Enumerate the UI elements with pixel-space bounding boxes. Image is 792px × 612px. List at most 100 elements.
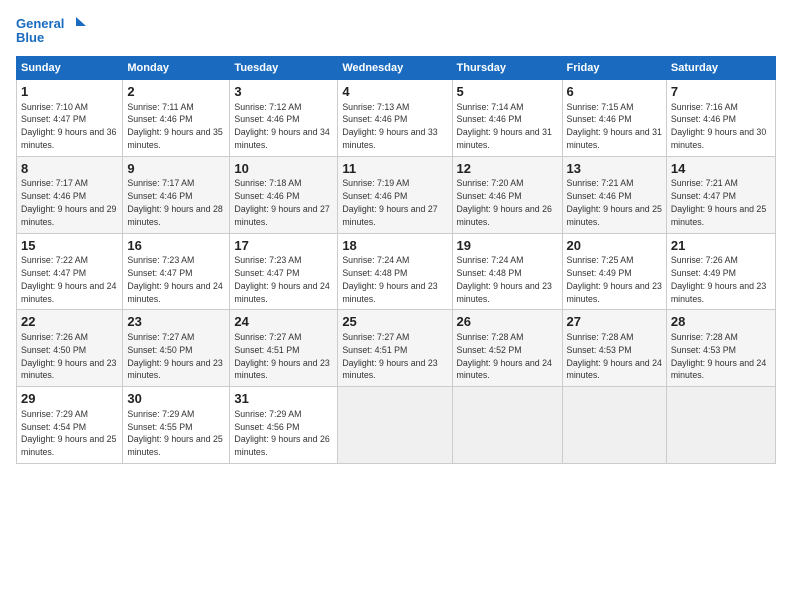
page-container: General Blue SundayMondayTuesdayWednesda… [0, 0, 792, 472]
day-cell: 5 Sunrise: 7:14 AMSunset: 4:46 PMDayligh… [452, 80, 562, 157]
page-header: General Blue [16, 12, 776, 48]
day-number: 29 [21, 390, 118, 408]
day-cell: 27 Sunrise: 7:28 AMSunset: 4:53 PMDaylig… [562, 310, 666, 387]
day-info: Sunrise: 7:23 AMSunset: 4:47 PMDaylight:… [234, 255, 329, 303]
day-number: 21 [671, 237, 771, 255]
day-cell: 12 Sunrise: 7:20 AMSunset: 4:46 PMDaylig… [452, 156, 562, 233]
day-info: Sunrise: 7:15 AMSunset: 4:46 PMDaylight:… [567, 102, 662, 150]
day-number: 23 [127, 313, 225, 331]
day-number: 24 [234, 313, 333, 331]
day-info: Sunrise: 7:26 AMSunset: 4:50 PMDaylight:… [21, 332, 116, 380]
day-cell: 19 Sunrise: 7:24 AMSunset: 4:48 PMDaylig… [452, 233, 562, 310]
day-number: 19 [457, 237, 558, 255]
day-number: 16 [127, 237, 225, 255]
day-cell: 10 Sunrise: 7:18 AMSunset: 4:46 PMDaylig… [230, 156, 338, 233]
week-row-4: 22 Sunrise: 7:26 AMSunset: 4:50 PMDaylig… [17, 310, 776, 387]
day-cell: 15 Sunrise: 7:22 AMSunset: 4:47 PMDaylig… [17, 233, 123, 310]
day-number: 4 [342, 83, 447, 101]
day-cell: 6 Sunrise: 7:15 AMSunset: 4:46 PMDayligh… [562, 80, 666, 157]
day-cell: 7 Sunrise: 7:16 AMSunset: 4:46 PMDayligh… [666, 80, 775, 157]
day-cell: 9 Sunrise: 7:17 AMSunset: 4:46 PMDayligh… [123, 156, 230, 233]
day-info: Sunrise: 7:13 AMSunset: 4:46 PMDaylight:… [342, 102, 437, 150]
day-number: 2 [127, 83, 225, 101]
week-row-3: 15 Sunrise: 7:22 AMSunset: 4:47 PMDaylig… [17, 233, 776, 310]
day-info: Sunrise: 7:24 AMSunset: 4:48 PMDaylight:… [457, 255, 552, 303]
day-info: Sunrise: 7:29 AMSunset: 4:56 PMDaylight:… [234, 409, 329, 457]
day-info: Sunrise: 7:20 AMSunset: 4:46 PMDaylight:… [457, 178, 552, 226]
column-header-saturday: Saturday [666, 57, 775, 80]
column-header-tuesday: Tuesday [230, 57, 338, 80]
day-number: 20 [567, 237, 662, 255]
day-info: Sunrise: 7:25 AMSunset: 4:49 PMDaylight:… [567, 255, 662, 303]
day-cell [666, 387, 775, 464]
day-info: Sunrise: 7:27 AMSunset: 4:51 PMDaylight:… [342, 332, 437, 380]
day-number: 11 [342, 160, 447, 178]
day-info: Sunrise: 7:27 AMSunset: 4:50 PMDaylight:… [127, 332, 222, 380]
day-cell: 8 Sunrise: 7:17 AMSunset: 4:46 PMDayligh… [17, 156, 123, 233]
day-info: Sunrise: 7:29 AMSunset: 4:54 PMDaylight:… [21, 409, 116, 457]
day-cell: 26 Sunrise: 7:28 AMSunset: 4:52 PMDaylig… [452, 310, 562, 387]
day-info: Sunrise: 7:28 AMSunset: 4:53 PMDaylight:… [567, 332, 662, 380]
day-number: 10 [234, 160, 333, 178]
day-number: 18 [342, 237, 447, 255]
day-info: Sunrise: 7:23 AMSunset: 4:47 PMDaylight:… [127, 255, 222, 303]
day-info: Sunrise: 7:21 AMSunset: 4:47 PMDaylight:… [671, 178, 766, 226]
day-cell: 29 Sunrise: 7:29 AMSunset: 4:54 PMDaylig… [17, 387, 123, 464]
day-number: 25 [342, 313, 447, 331]
day-cell: 3 Sunrise: 7:12 AMSunset: 4:46 PMDayligh… [230, 80, 338, 157]
day-number: 1 [21, 83, 118, 101]
day-number: 13 [567, 160, 662, 178]
svg-text:General: General [16, 16, 64, 31]
day-info: Sunrise: 7:19 AMSunset: 4:46 PMDaylight:… [342, 178, 437, 226]
day-cell: 13 Sunrise: 7:21 AMSunset: 4:46 PMDaylig… [562, 156, 666, 233]
day-info: Sunrise: 7:24 AMSunset: 4:48 PMDaylight:… [342, 255, 437, 303]
column-header-sunday: Sunday [17, 57, 123, 80]
day-cell: 31 Sunrise: 7:29 AMSunset: 4:56 PMDaylig… [230, 387, 338, 464]
day-number: 28 [671, 313, 771, 331]
day-number: 22 [21, 313, 118, 331]
column-header-thursday: Thursday [452, 57, 562, 80]
day-cell: 17 Sunrise: 7:23 AMSunset: 4:47 PMDaylig… [230, 233, 338, 310]
day-cell [562, 387, 666, 464]
day-info: Sunrise: 7:29 AMSunset: 4:55 PMDaylight:… [127, 409, 222, 457]
day-number: 14 [671, 160, 771, 178]
day-cell: 20 Sunrise: 7:25 AMSunset: 4:49 PMDaylig… [562, 233, 666, 310]
column-header-wednesday: Wednesday [338, 57, 452, 80]
day-cell: 28 Sunrise: 7:28 AMSunset: 4:53 PMDaylig… [666, 310, 775, 387]
day-number: 5 [457, 83, 558, 101]
column-header-friday: Friday [562, 57, 666, 80]
day-cell: 22 Sunrise: 7:26 AMSunset: 4:50 PMDaylig… [17, 310, 123, 387]
day-cell: 24 Sunrise: 7:27 AMSunset: 4:51 PMDaylig… [230, 310, 338, 387]
day-info: Sunrise: 7:26 AMSunset: 4:49 PMDaylight:… [671, 255, 766, 303]
day-number: 17 [234, 237, 333, 255]
day-info: Sunrise: 7:16 AMSunset: 4:46 PMDaylight:… [671, 102, 766, 150]
week-row-1: 1 Sunrise: 7:10 AMSunset: 4:47 PMDayligh… [17, 80, 776, 157]
day-cell: 23 Sunrise: 7:27 AMSunset: 4:50 PMDaylig… [123, 310, 230, 387]
day-number: 3 [234, 83, 333, 101]
day-number: 12 [457, 160, 558, 178]
day-info: Sunrise: 7:17 AMSunset: 4:46 PMDaylight:… [127, 178, 222, 226]
day-cell: 21 Sunrise: 7:26 AMSunset: 4:49 PMDaylig… [666, 233, 775, 310]
day-info: Sunrise: 7:28 AMSunset: 4:53 PMDaylight:… [671, 332, 766, 380]
day-number: 26 [457, 313, 558, 331]
svg-text:Blue: Blue [16, 30, 44, 45]
logo-svg: General Blue [16, 12, 86, 48]
day-info: Sunrise: 7:14 AMSunset: 4:46 PMDaylight:… [457, 102, 552, 150]
day-number: 8 [21, 160, 118, 178]
day-info: Sunrise: 7:11 AMSunset: 4:46 PMDaylight:… [127, 102, 222, 150]
day-cell [452, 387, 562, 464]
day-number: 6 [567, 83, 662, 101]
day-info: Sunrise: 7:18 AMSunset: 4:46 PMDaylight:… [234, 178, 329, 226]
day-number: 15 [21, 237, 118, 255]
day-cell: 14 Sunrise: 7:21 AMSunset: 4:47 PMDaylig… [666, 156, 775, 233]
header-row: SundayMondayTuesdayWednesdayThursdayFrid… [17, 57, 776, 80]
day-cell: 18 Sunrise: 7:24 AMSunset: 4:48 PMDaylig… [338, 233, 452, 310]
day-cell: 4 Sunrise: 7:13 AMSunset: 4:46 PMDayligh… [338, 80, 452, 157]
day-info: Sunrise: 7:12 AMSunset: 4:46 PMDaylight:… [234, 102, 329, 150]
day-cell: 1 Sunrise: 7:10 AMSunset: 4:47 PMDayligh… [17, 80, 123, 157]
logo: General Blue [16, 12, 86, 48]
day-info: Sunrise: 7:10 AMSunset: 4:47 PMDaylight:… [21, 102, 116, 150]
day-number: 30 [127, 390, 225, 408]
day-number: 27 [567, 313, 662, 331]
day-number: 9 [127, 160, 225, 178]
